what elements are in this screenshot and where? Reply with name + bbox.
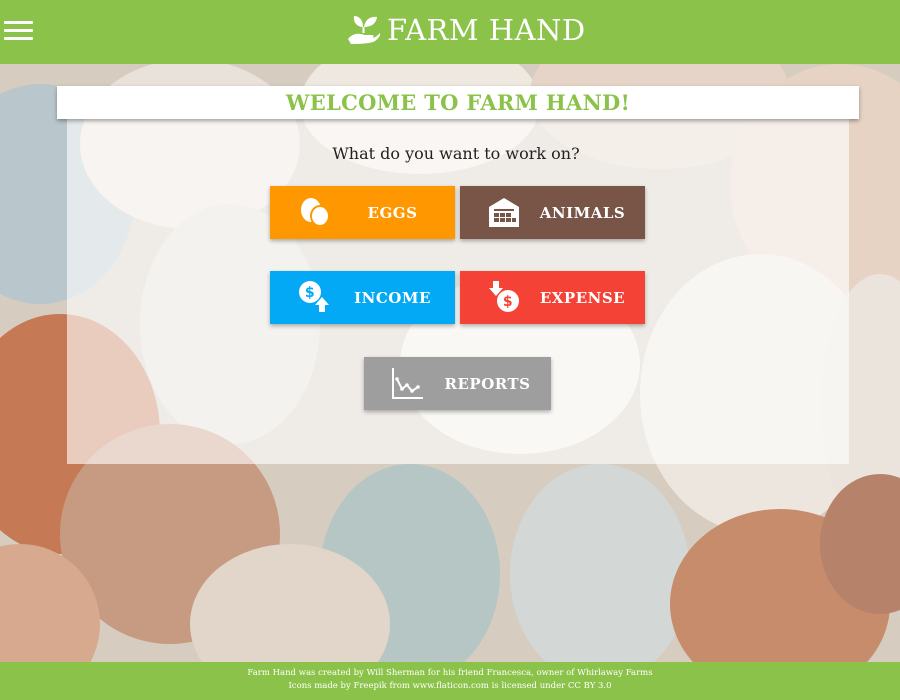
top-app-bar: FARM HAND: [0, 0, 900, 64]
footer-icons-credit-line: Icons made by Freepik from www.flaticon.…: [288, 681, 612, 691]
money-bag-up-arrow-icon: $: [299, 281, 329, 312]
svg-text:$: $: [503, 294, 513, 310]
expense-button-label: EXPENSE: [539, 288, 626, 307]
svg-text:$: $: [305, 285, 315, 301]
hamburger-menu-icon[interactable]: [4, 20, 34, 42]
welcome-title: WELCOME TO FARM HAND!: [285, 90, 631, 115]
sprout-hand-icon: [348, 16, 381, 44]
eggs-button-label: EGGS: [367, 203, 418, 222]
welcome-banner: WELCOME TO FARM HAND!: [57, 86, 859, 119]
reports-button[interactable]: REPORTS: [364, 357, 551, 410]
menu-panel: [67, 119, 849, 464]
income-button[interactable]: $ INCOME: [270, 271, 455, 324]
work-prompt: What do you want to work on?: [332, 144, 580, 163]
expense-button[interactable]: $ EXPENSE: [460, 271, 645, 324]
app-title: FARM HAND: [387, 13, 586, 47]
income-button-label: INCOME: [354, 288, 431, 307]
barn-icon: [489, 198, 519, 227]
eggs-button[interactable]: EGGS: [270, 186, 455, 239]
eggs-icon: [301, 198, 330, 227]
line-chart-icon: [392, 368, 423, 399]
reports-button-label: REPORTS: [444, 374, 531, 393]
app-brand[interactable]: FARM HAND: [345, 8, 586, 52]
footer: Farm Hand was created by Will Sherman fo…: [0, 662, 900, 700]
animals-button[interactable]: ANIMALS: [460, 186, 645, 239]
money-bag-down-arrow-icon: $: [489, 281, 519, 312]
footer-credit-line: Farm Hand was created by Will Sherman fo…: [247, 668, 653, 678]
animals-button-label: ANIMALS: [539, 203, 626, 222]
